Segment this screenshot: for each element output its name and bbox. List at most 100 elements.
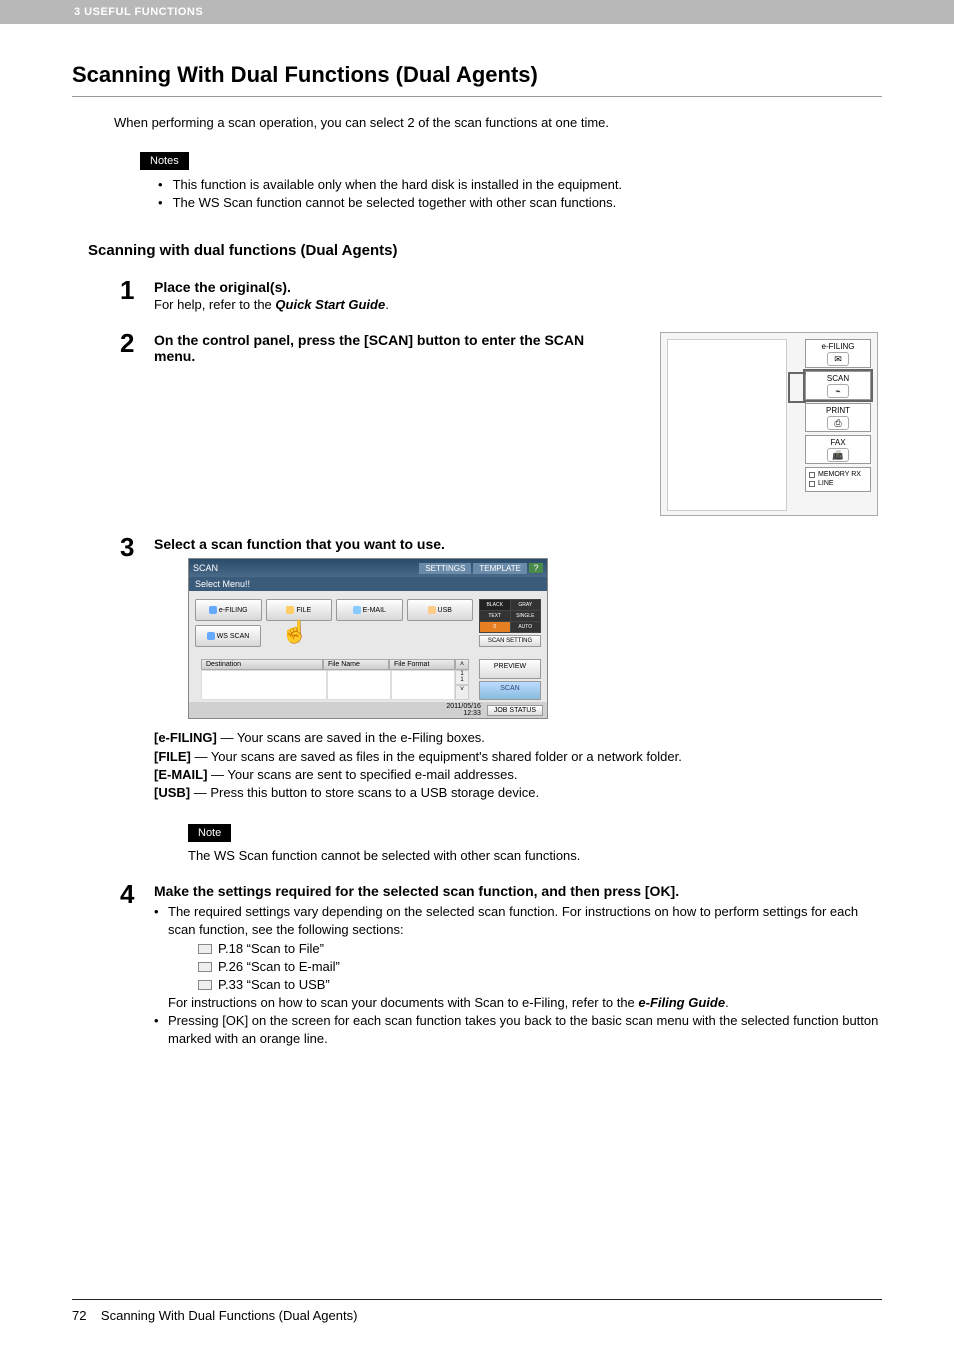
step-number: 4 [120,881,154,907]
email-option: E-MAIL [336,599,403,621]
mode-single: SINGLE [511,611,541,621]
sub-heading: Scanning with dual functions (Dual Agent… [88,242,882,259]
ref-line: P.26 “Scan to E-mail” [198,958,882,976]
control-panel-illustration: e-FILING ✉ SCAN ⌁ PRINT ⎙ FAX 📠 [660,332,878,516]
label: e-FILING [822,342,855,351]
sub-text: For instructions on how to scan your doc… [168,994,882,1012]
usb-icon [428,606,436,614]
text: . [725,995,729,1010]
square-icon [809,472,815,478]
help-button: ? [529,563,543,573]
cell-fileformat [391,670,455,700]
panel-screen [667,339,787,511]
scan-main-area: e-FILING FILE E-MAIL USB WS SCAN BLACK G… [189,591,547,659]
page-indicator: 1 1 [455,670,469,685]
cell-filename [327,670,391,700]
panel-buttons: e-FILING ✉ SCAN ⌁ PRINT ⎙ FAX 📠 [805,339,871,491]
template-button: TEMPLATE [473,563,527,574]
text: The required settings vary depending on … [168,904,858,937]
mode-auto: AUTO [511,622,541,632]
mode-grid: BLACK GRAY TEXT SINGLE 0 AUTO [479,599,541,633]
panel-indicators: MEMORY RX LINE [805,467,871,491]
col-fileformat: File Format [389,659,455,670]
timestamp: 2011/05/16 12:33 [446,703,481,717]
fax-icon: 📠 [827,448,849,462]
mode-zero: 0 [480,622,510,632]
def-label: [E-MAIL] [154,767,207,782]
cell-destination [201,670,327,700]
scan-icon: ⌁ [827,384,849,398]
step-title: Select a scan function that you want to … [154,536,882,552]
book-icon [198,944,212,954]
settings-button: SETTINGS [419,563,471,574]
label: FILE [296,607,311,614]
scroll-up-icon: ˄ [455,659,469,670]
step-number: 1 [120,277,154,303]
square-icon [809,481,815,487]
function-definitions: [e-FILING] — Your scans are saved in the… [154,729,882,802]
step-3: 3 Select a scan function that you want t… [120,534,882,863]
panel-print-button: PRINT ⎙ [805,403,871,432]
step-desc: For help, refer to the Quick Start Guide… [154,297,882,312]
guide-name: e-Filing Guide [638,995,725,1010]
wsscan-option: WS SCAN [195,625,261,647]
def-text: — Your scans are saved in the e-Filing b… [217,730,485,745]
step-2: 2 On the control panel, press the [SCAN]… [120,330,882,516]
step-4: 4 Make the settings required for the sel… [120,881,882,1049]
job-status-button: JOB STATUS [487,705,543,716]
file-icon [286,606,294,614]
col-filename: File Name [323,659,389,670]
label: FAX [830,438,845,447]
mode-gray: GRAY [511,600,541,610]
text: For instructions on how to scan your doc… [168,995,638,1010]
scan-subtitle: Select Menu!! [189,577,547,591]
note-badge: Note [188,824,231,842]
scan-bottom: Destination File Name File Format ˄ [189,659,547,702]
ref-line: P.18 “Scan to File” [198,940,882,958]
ref-text: P.18 “Scan to File” [218,940,324,958]
intro-text: When performing a scan operation, you ca… [114,115,882,130]
note-item: This function is available only when the… [158,176,882,194]
label: SCAN [827,374,849,383]
panel-scan-button: SCAN ⌁ [805,371,871,400]
text: For help, refer to the [154,297,275,312]
label: e-FILING [219,607,248,614]
wsscan-icon [207,632,215,640]
usb-option: USB [407,599,474,621]
scan-title: SCAN [193,563,218,573]
text: . [385,297,389,312]
bullet-item: Pressing [OK] on the screen for each sca… [154,1012,882,1048]
step-number: 3 [120,534,154,560]
step-title: Place the original(s). [154,279,882,295]
email-icon [353,606,361,614]
mode-text: TEXT [480,611,510,621]
def-label: [FILE] [154,749,191,764]
panel-efiling-button: e-FILING ✉ [805,339,871,368]
step-1: 1 Place the original(s). For help, refer… [120,277,882,312]
preview-button: PREVIEW [479,659,541,679]
efiling-option: e-FILING [195,599,262,621]
def-text: — Press this button to store scans to a … [190,785,539,800]
scan-setting-button: SCAN SETTING [479,635,541,647]
print-icon: ⎙ [827,416,849,430]
def-text: — Your scans are sent to specified e-mai… [207,767,517,782]
ref-text: P.26 “Scan to E-mail” [218,958,340,976]
label: WS SCAN [217,633,250,640]
chapter-label: 3 USEFUL FUNCTIONS [74,6,203,18]
def-label: [e-FILING] [154,730,217,745]
step-title: Make the settings required for the selec… [154,883,882,899]
label: LINE [818,479,834,488]
note-text: The WS Scan function cannot be selected … [188,848,882,863]
footer-title: Scanning With Dual Functions (Dual Agent… [101,1308,358,1323]
notes-badge: Notes [140,152,189,170]
chapter-header: 3 USEFUL FUNCTIONS [0,0,954,24]
label: PRINT [826,406,850,415]
def-text: — Your scans are saved as files in the e… [191,749,682,764]
notes-list: This function is available only when the… [158,176,882,212]
mode-black: BLACK [480,600,510,610]
scan-titlebar: SCAN SETTINGS TEMPLATE ? [189,559,547,577]
bullet-item: The required settings vary depending on … [154,903,882,1012]
label: E-MAIL [363,607,386,614]
label: USB [438,607,452,614]
ref-line: P.33 “Scan to USB” [198,976,882,994]
